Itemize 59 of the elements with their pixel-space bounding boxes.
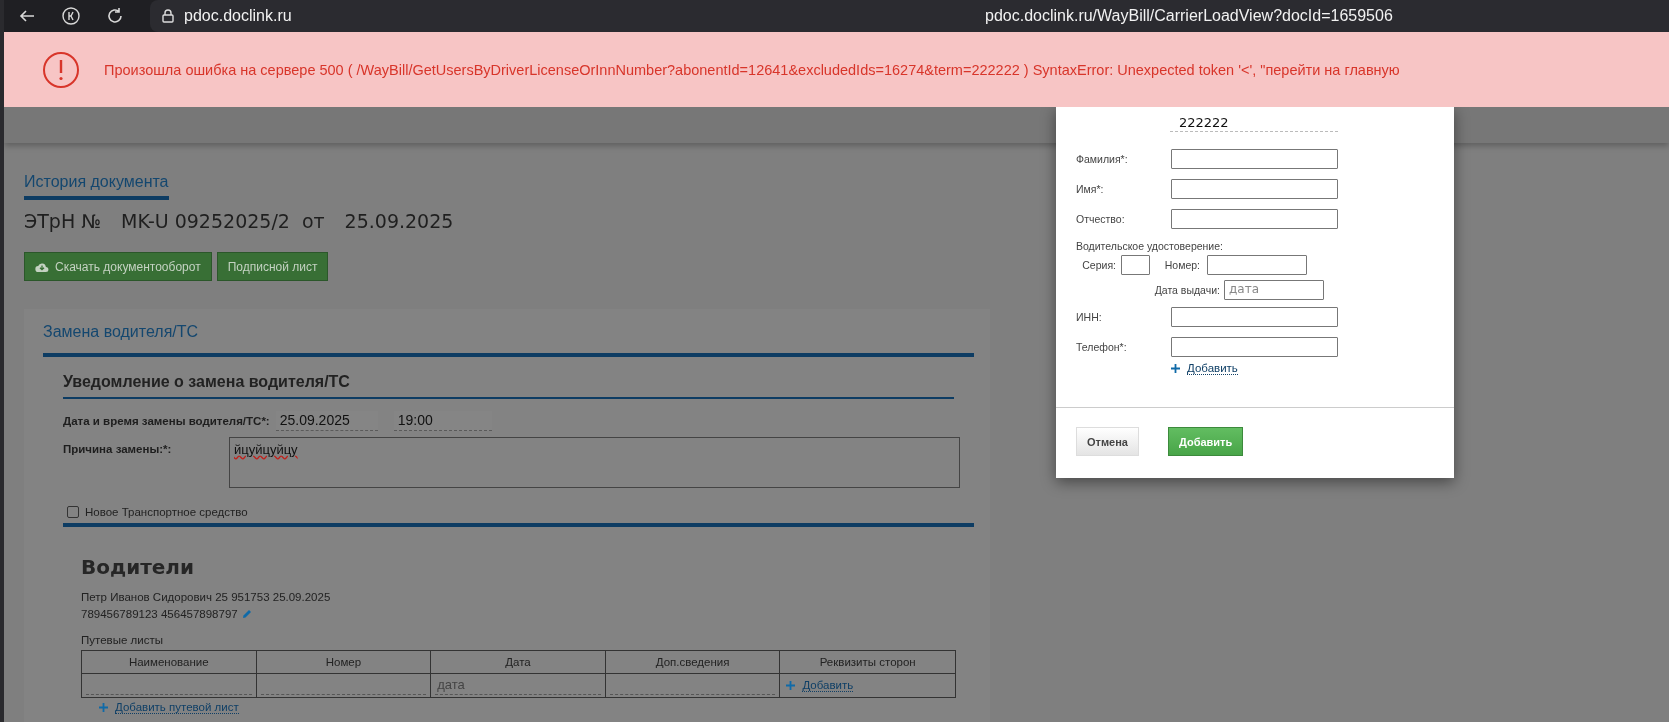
input-field[interactable] — [1121, 255, 1150, 275]
plus-icon — [1171, 364, 1180, 373]
field-label: ИНН: — [1076, 311, 1103, 323]
add-waybill-link[interactable]: Добавить путевой лист — [115, 701, 239, 714]
field-label: Имя*: — [1076, 183, 1105, 195]
field-label: Серия: — [1081, 259, 1116, 271]
section-label: Водительское удостоверение: — [1076, 240, 1224, 252]
action-button[interactable]: Подписной лист — [216, 252, 329, 281]
input-field[interactable] — [1171, 209, 1338, 229]
field-label: Причина замены:*: — [63, 443, 173, 455]
field-label: Отчество: — [1076, 213, 1126, 225]
column-header: Реквизиты сторон — [780, 651, 955, 674]
history-tab[interactable]: История документа — [24, 173, 169, 200]
waybills-label: Путевые листы — [81, 634, 163, 646]
plus-icon — [786, 681, 796, 690]
error-message: Произошла ошибка на сервере 500 ( /WayBill/GetUsersByDriverLicenseOrInnNumber?abonentId=12641&excludedIds=16274&term=222222 ) SyntaxError: Unexpected token '<', "перейти на главную — [104, 61, 1400, 78]
date-field[interactable]: дата — [435, 676, 601, 695]
document-date: 25.09.2025 — [344, 210, 454, 232]
document-number: MK-U 09252025/2 — [121, 210, 290, 232]
field-label: Телефон*: — [1076, 341, 1128, 353]
date-field[interactable]: дата — [1224, 280, 1324, 300]
input-field[interactable] — [1171, 179, 1338, 199]
plus-icon — [99, 703, 108, 712]
url-text: pdoc.doclink.ru/WayBill/CarrierLoadView?docId=1659506 — [985, 7, 1393, 25]
driver-info: 789456789123 456457898797 — [81, 608, 238, 620]
checkbox[interactable] — [67, 506, 79, 518]
checkbox-label: Новое Транспортное средство — [85, 506, 248, 518]
field-label: Дата выдачи: — [1153, 284, 1220, 296]
add-link[interactable]: Добавить — [802, 679, 854, 692]
address-bar[interactable]: pdoc.doclink.ru pdoc.doclink.ru/WayBill/CarrierLoadView?docId=1659506 — [150, 0, 1669, 32]
url-host: pdoc.doclink.ru — [184, 7, 292, 25]
field-label: Дата и время замены водителя/ТС*: — [63, 415, 270, 427]
title-text: от — [301, 210, 325, 232]
add-phone-link[interactable]: Добавить — [1187, 362, 1238, 375]
column-header: Номер — [256, 651, 432, 674]
error-icon — [42, 50, 80, 89]
column-header: Наименование — [82, 651, 257, 674]
section-tab[interactable]: Замена водителя/ТС — [43, 323, 199, 353]
cloud-download-icon — [35, 260, 49, 273]
action-button[interactable]: Скачать документооборот — [24, 252, 212, 281]
reason-textarea[interactable]: йцуйцуйцу — [229, 437, 960, 488]
field-label: Фамилия*: — [1076, 153, 1129, 165]
input-field[interactable] — [1171, 307, 1338, 327]
lock-icon — [162, 9, 174, 23]
drivers-title: Водители — [81, 555, 195, 579]
input-field[interactable] — [1171, 337, 1338, 357]
field-label: Номер: — [1163, 259, 1200, 271]
input-field[interactable] — [1207, 255, 1307, 275]
reload-icon[interactable] — [106, 7, 124, 25]
search-field[interactable]: 222222 — [1170, 111, 1338, 132]
section-title: Уведомление о замена водителя/ТС — [63, 373, 954, 399]
column-header: Дата — [431, 651, 606, 674]
browser-logo-icon[interactable] — [62, 7, 80, 25]
input-field[interactable] — [1171, 149, 1338, 169]
driver-info: Петр Иванов Сидорович 25 951753 25.09.2025 — [81, 591, 331, 603]
column-header: Доп.сведения — [605, 651, 781, 674]
dialog-button[interactable]: Отмена — [1076, 427, 1139, 456]
dialog-button[interactable]: Добавить — [1167, 427, 1244, 456]
document-type: ЭТрН № — [24, 210, 102, 232]
